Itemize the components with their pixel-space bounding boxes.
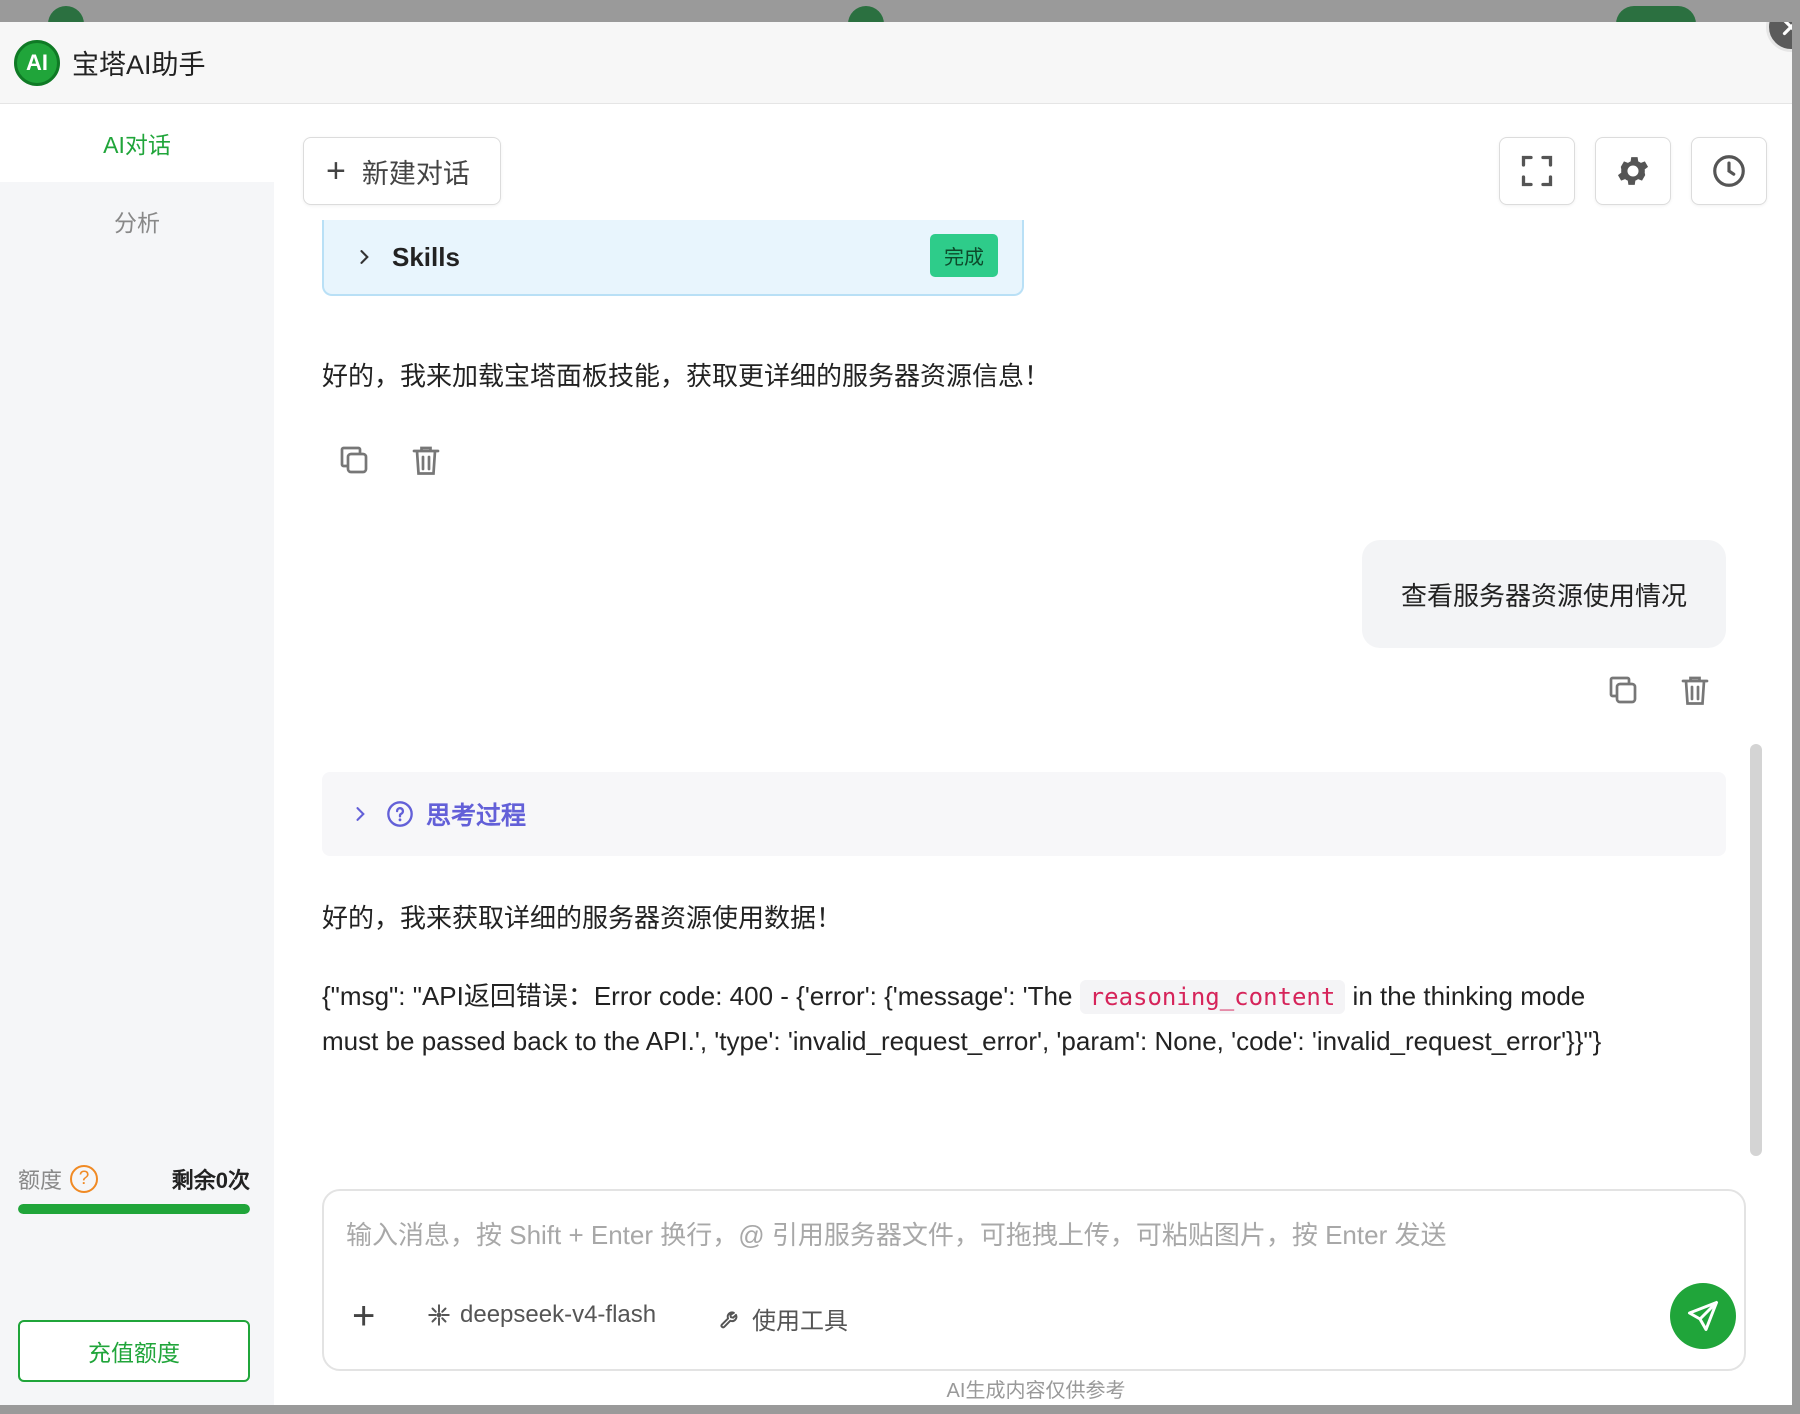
delete-icon[interactable] <box>1677 672 1713 708</box>
chat-main: + 新建对话 Skills 完成 好的，我来加载宝塔面板技能，获取更详细的服务器… <box>274 104 1792 1405</box>
skills-title: Skills <box>392 241 460 272</box>
sidebar-item-analysis[interactable]: 分析 <box>0 182 274 260</box>
ai-assistant-dialog: AI 宝塔AI助手 AI对话 分析 额度 ? 剩余0次 充值额度 + 新建对话 <box>0 22 1792 1405</box>
copy-icon[interactable] <box>1605 672 1641 708</box>
thinking-process-toggle[interactable]: 思考过程 <box>322 772 1726 856</box>
inline-code: reasoning_content <box>1079 980 1346 1014</box>
error-text-part1: {"msg": "API返回错误：Error code: 400 - {'err… <box>322 981 1080 1011</box>
error-message: {"msg": "API返回错误：Error code: 400 - {'err… <box>322 974 1622 1063</box>
plus-icon: + <box>326 152 346 190</box>
user-message-text: 查看服务器资源使用情况 <box>1400 580 1687 611</box>
wrench-icon <box>720 1310 738 1328</box>
user-message-bubble: 查看服务器资源使用情况 <box>1362 540 1726 648</box>
history-clock-icon <box>1713 155 1745 187</box>
sidebar-item-label: 分析 <box>114 210 160 236</box>
ai-logo: AI <box>14 39 60 86</box>
use-tools-button[interactable]: 使用工具 <box>718 1301 848 1336</box>
logo-text: AI <box>26 49 48 75</box>
message-input[interactable] <box>346 1209 1716 1261</box>
model-name: deepseek-v4-flash <box>460 1301 657 1328</box>
use-tools-label: 使用工具 <box>752 1308 848 1335</box>
assistant-message: 好的，我来加载宝塔面板技能，获取更详细的服务器资源信息！ <box>322 361 1051 391</box>
question-circle-icon <box>387 801 413 827</box>
quota-progress-bar <box>18 1204 250 1214</box>
app-title: 宝塔AI助手 <box>72 50 206 80</box>
sidebar-item-label: AI对话 <box>103 132 171 158</box>
fullscreen-icon <box>1521 155 1553 187</box>
scrollbar-thumb[interactable] <box>1750 744 1762 1156</box>
settings-gear-icon <box>1617 157 1649 185</box>
copy-icon[interactable] <box>336 442 372 478</box>
quota-remaining: 剩余0次 <box>171 1168 250 1193</box>
settings-button[interactable] <box>1595 137 1671 205</box>
fullscreen-button[interactable] <box>1499 137 1575 205</box>
quota-progress-fill <box>18 1204 250 1214</box>
thinking-label: 思考过程 <box>426 802 527 830</box>
sidebar-item-ai-chat[interactable]: AI对话 <box>0 104 274 182</box>
skills-tool-card[interactable]: Skills 完成 <box>322 220 1024 296</box>
message-composer: + deepseek-v4-flash 使用工具 <box>322 1189 1746 1371</box>
quota-label: 额度 <box>18 1168 63 1193</box>
delete-icon[interactable] <box>408 442 444 478</box>
quota-row: 额度 ? 剩余0次 <box>18 1163 250 1195</box>
attach-plus-icon[interactable]: + <box>352 1296 375 1336</box>
model-spark-icon <box>428 1304 450 1326</box>
assistant-message: 好的，我来获取详细的服务器资源使用数据！ <box>322 903 843 933</box>
history-button[interactable] <box>1691 137 1767 205</box>
recharge-button[interactable]: 充值额度 <box>18 1320 250 1382</box>
dialog-header: AI 宝塔AI助手 <box>0 22 1792 104</box>
quota-label-group: 额度 ? <box>18 1163 99 1195</box>
chevron-right-icon <box>360 250 369 264</box>
new-chat-label: 新建对话 <box>361 158 470 189</box>
chevron-right-icon <box>356 807 365 821</box>
new-chat-button[interactable]: + 新建对话 <box>303 137 501 205</box>
close-icon <box>1782 22 1792 36</box>
model-selector[interactable]: deepseek-v4-flash <box>426 1301 656 1329</box>
help-icon[interactable]: ? <box>70 1165 99 1193</box>
ai-disclaimer: AI生成内容仅供参考 <box>946 1380 1126 1402</box>
status-badge: 完成 <box>930 234 998 277</box>
send-button[interactable] <box>1670 1283 1736 1349</box>
send-icon <box>1688 1301 1718 1331</box>
